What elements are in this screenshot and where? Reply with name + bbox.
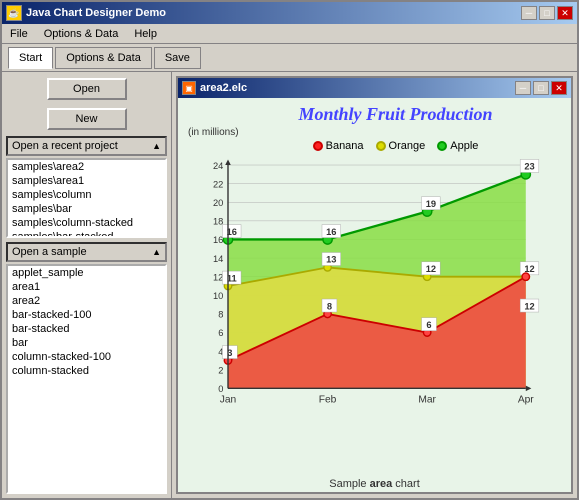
chart-title: Monthly Fruit Production (228, 104, 563, 125)
recent-section-header[interactable]: Open a recent project ▲ (6, 136, 167, 156)
legend-banana: Banana (313, 140, 364, 152)
chart-title-bar: ▣ area2.elc ─ □ ✕ (178, 78, 571, 98)
svg-text:8: 8 (327, 301, 332, 311)
recent-list[interactable]: samples\area2 samples\area1 samples\colu… (6, 158, 167, 238)
main-window: ☕ Java Chart Designer Demo ─ □ ✕ File Op… (0, 0, 579, 500)
svg-text:18: 18 (213, 217, 223, 227)
svg-text:20: 20 (213, 198, 223, 208)
x-label-jan: Jan (220, 394, 237, 405)
close-button[interactable]: ✕ (557, 6, 573, 20)
chart-window-controls: ─ □ ✕ (515, 81, 567, 95)
tab-start[interactable]: Start (8, 47, 53, 69)
svg-text:13: 13 (326, 255, 336, 265)
chart-minimize-button[interactable]: ─ (515, 81, 531, 95)
tab-options-data[interactable]: Options & Data (55, 47, 152, 69)
window-title: Java Chart Designer Demo (26, 7, 517, 19)
chart-window-title: area2.elc (200, 82, 511, 94)
tab-save[interactable]: Save (154, 47, 201, 69)
legend-dot-banana (313, 141, 323, 151)
maximize-button[interactable]: □ (539, 6, 555, 20)
recent-section-block: Open a recent project ▲ samples\area2 sa… (6, 136, 167, 238)
list-item[interactable]: column-stacked (8, 364, 165, 378)
legend-dot-apple (437, 141, 447, 151)
list-item[interactable]: samples\column (8, 188, 165, 202)
apple-label-apr: 23 (524, 162, 534, 172)
svg-text:12: 12 (213, 272, 223, 282)
list-item[interactable]: column-stacked-100 (8, 350, 165, 364)
legend-label-banana: Banana (326, 140, 364, 152)
menu-bar: File Options & Data Help (2, 24, 577, 44)
menu-help[interactable]: Help (130, 26, 161, 42)
chart-area: Monthly Fruit Production (in millions) B… (178, 98, 571, 476)
new-button[interactable]: New (47, 108, 127, 130)
left-panel: Open New Open a recent project ▲ samples… (2, 72, 172, 498)
chart-window: ▣ area2.elc ─ □ ✕ Monthly Fruit Producti… (176, 76, 573, 494)
list-item[interactable]: samples\area2 (8, 160, 165, 174)
x-label-mar: Mar (418, 394, 436, 405)
chart-close-button[interactable]: ✕ (551, 81, 567, 95)
open-button[interactable]: Open (47, 78, 127, 100)
chart-maximize-button[interactable]: □ (533, 81, 549, 95)
svg-text:16: 16 (213, 235, 223, 245)
list-item[interactable]: samples\area1 (8, 174, 165, 188)
list-item[interactable]: area1 (8, 280, 165, 294)
sample-section-block: Open a sample ▲ applet_sample area1 area… (6, 242, 167, 494)
sample-list[interactable]: applet_sample area1 area2 bar-stacked-10… (6, 264, 167, 494)
chart-legend: Banana Orange Apple (228, 140, 563, 152)
toolbar: Start Options & Data Save (2, 44, 577, 72)
app-icon: ☕ (6, 5, 22, 21)
apple-label-mar: 19 (426, 199, 436, 209)
svg-text:8: 8 (218, 310, 223, 320)
recent-section-label: Open a recent project (12, 140, 118, 152)
legend-label-apple: Apple (450, 140, 478, 152)
svg-text:2: 2 (218, 365, 223, 375)
svg-text:12: 12 (524, 301, 534, 311)
svg-text:10: 10 (213, 291, 223, 301)
list-item[interactable]: samples\bar (8, 202, 165, 216)
svg-text:6: 6 (426, 320, 431, 330)
chart-subtitle: (in millions) (188, 127, 563, 138)
x-label-feb: Feb (319, 394, 337, 405)
list-item[interactable]: samples\bar-stacked (8, 230, 165, 238)
apple-label-feb: 16 (326, 227, 336, 237)
list-item[interactable]: bar-stacked-100 (8, 308, 165, 322)
menu-file[interactable]: File (6, 26, 32, 42)
chart-icon: ▣ (182, 81, 196, 95)
legend-dot-orange (376, 141, 386, 151)
main-content: Open New Open a recent project ▲ samples… (2, 72, 577, 498)
list-item[interactable]: samples\column-stacked (8, 216, 165, 230)
chart-bottom-label: Sample area chart (178, 476, 571, 492)
x-label-apr: Apr (518, 394, 534, 405)
legend-label-orange: Orange (389, 140, 426, 152)
title-bar: ☕ Java Chart Designer Demo ─ □ ✕ (2, 2, 577, 24)
sample-section-arrow: ▲ (152, 247, 161, 257)
recent-section-arrow: ▲ (152, 141, 161, 151)
sample-section-label: Open a sample (12, 246, 87, 258)
svg-text:12: 12 (426, 264, 436, 274)
list-item[interactable]: area2 (8, 294, 165, 308)
svg-text:22: 22 (213, 179, 223, 189)
list-item[interactable]: bar (8, 336, 165, 350)
window-controls: ─ □ ✕ (521, 6, 573, 20)
svg-text:24: 24 (213, 161, 223, 171)
svg-text:14: 14 (213, 254, 223, 264)
list-item[interactable]: bar-stacked (8, 322, 165, 336)
banana-dot-apr (522, 273, 529, 280)
legend-orange: Orange (376, 140, 426, 152)
chart-svg: 0 2 4 6 8 10 12 14 16 18 20 22 24 (228, 156, 563, 416)
sample-section-header[interactable]: Open a sample ▲ (6, 242, 167, 262)
svg-text:6: 6 (218, 328, 223, 338)
menu-options-data[interactable]: Options & Data (40, 26, 123, 42)
minimize-button[interactable]: ─ (521, 6, 537, 20)
svg-text:0: 0 (218, 384, 223, 394)
legend-apple: Apple (437, 140, 478, 152)
list-item[interactable]: applet_sample (8, 266, 165, 280)
